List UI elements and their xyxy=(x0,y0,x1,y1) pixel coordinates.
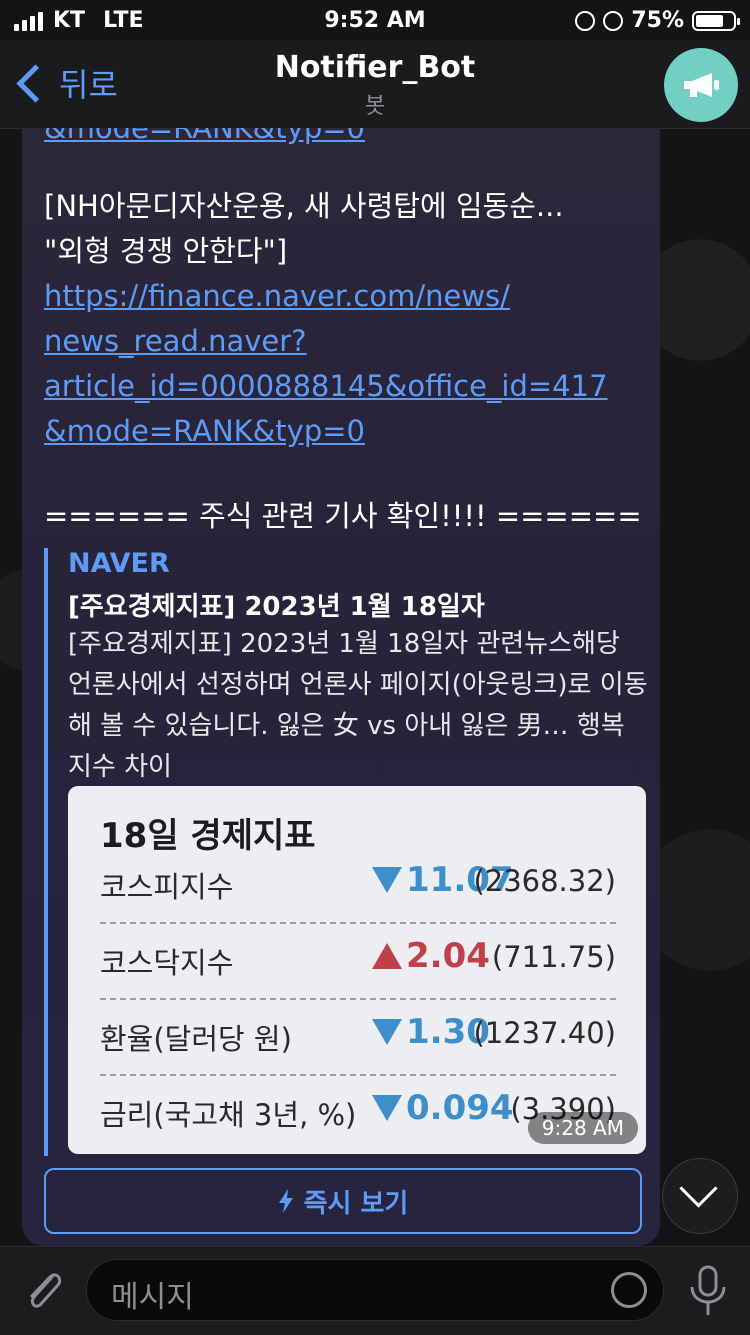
alarm-icon xyxy=(603,10,624,31)
indicator-change: 2.04 xyxy=(372,936,490,976)
chat-title[interactable]: Notifier_Bot xyxy=(0,50,750,85)
status-right: 75% xyxy=(575,8,740,33)
sticker-icon[interactable] xyxy=(611,1272,647,1308)
chevron-down-icon xyxy=(679,1169,718,1208)
chat-header: 뒤로 Notifier_Bot 봇 xyxy=(0,40,750,129)
message-composer: 메시지 xyxy=(0,1246,750,1335)
down-arrow-icon xyxy=(372,1019,402,1045)
battery-percent: 75% xyxy=(631,8,684,33)
scroll-to-bottom-button[interactable] xyxy=(662,1158,738,1234)
preview-description: [주요경제지표] 2023년 1월 18일자 관련뉴스해당 언론사에서 선정하며… xyxy=(68,629,648,782)
news-title-line-2: "외형 경쟁 안한다"] xyxy=(44,234,288,268)
instant-view-label: 즉시 보기 xyxy=(303,1188,409,1219)
link-preview[interactable]: NAVER [주요경제지표] 2023년 1월 18일자 [주요경제지표] 20… xyxy=(44,548,648,1156)
up-arrow-icon xyxy=(372,943,402,969)
lightning-icon xyxy=(278,1189,293,1213)
indicator-row-exchange-rate: 환율(달러당 원) 1.30 (1237.40) xyxy=(100,1002,616,1076)
battery-icon xyxy=(692,10,740,31)
microphone-icon[interactable] xyxy=(686,1263,730,1319)
indicator-row-kospi: 코스피지수 11.07 (2368.32) xyxy=(100,850,616,924)
status-bar: KT LTE 9:52 AM 75% xyxy=(0,0,750,40)
indicator-name: 코스피지수 xyxy=(100,870,234,904)
news-link-line-4[interactable]: &mode=RANK&typ=0 xyxy=(44,409,365,454)
down-arrow-icon xyxy=(372,1095,402,1121)
down-arrow-icon xyxy=(372,867,402,893)
indicator-name: 금리(국고채 3년, %) xyxy=(100,1098,357,1132)
section-header: ====== 주식 관련 기사 확인!!!! ====== xyxy=(44,499,642,533)
message-timestamp: 9:28 AM xyxy=(527,1112,638,1144)
message-bubble: &mode=RANK&typ=0 [NH아문디자산운용, 새 사령탑에 임동순.… xyxy=(22,128,660,1246)
news-link-line-2[interactable]: news_read.naver? xyxy=(44,319,307,364)
chat-subtitle: 봇 xyxy=(364,94,386,119)
preview-title: [주요경제지표] 2023년 1월 18일자 xyxy=(68,592,485,622)
indicator-level: (1237.40) xyxy=(473,1016,616,1050)
indicator-change: 1.30 xyxy=(372,1012,490,1052)
indicator-change: 0.094 xyxy=(372,1088,514,1128)
indicator-level: (711.75) xyxy=(491,940,616,974)
indicator-level: (2368.32) xyxy=(473,864,616,898)
megaphone-icon xyxy=(684,73,719,97)
attach-icon[interactable] xyxy=(22,1265,66,1317)
news-link-line-3[interactable]: article_id=0000888145&office_id=417 xyxy=(44,364,608,409)
cut-off-link[interactable]: &mode=RANK&typ=0 xyxy=(44,128,365,151)
orientation-lock-icon xyxy=(575,10,596,31)
message-input[interactable]: 메시지 xyxy=(86,1259,664,1321)
news-title-line-1: [NH아문디자산운용, 새 사령탑에 임동순... xyxy=(44,189,564,223)
message-placeholder: 메시지 xyxy=(111,1280,194,1315)
preview-site-name: NAVER xyxy=(68,548,170,579)
indicator-name: 코스닥지수 xyxy=(100,946,234,980)
indicator-row-kosdaq: 코스닥지수 2.04 (711.75) xyxy=(100,926,616,1000)
indicator-name: 환율(달러당 원) xyxy=(100,1022,292,1056)
preview-image[interactable]: 18일 경제지표 코스피지수 11.07 (2368.32) 코스닥지수 2.0… xyxy=(68,786,646,1154)
instant-view-button[interactable]: 즉시 보기 xyxy=(44,1168,642,1234)
news-link-line-1[interactable]: https://finance.naver.com/news/ xyxy=(44,274,510,319)
bot-avatar[interactable] xyxy=(664,48,738,122)
